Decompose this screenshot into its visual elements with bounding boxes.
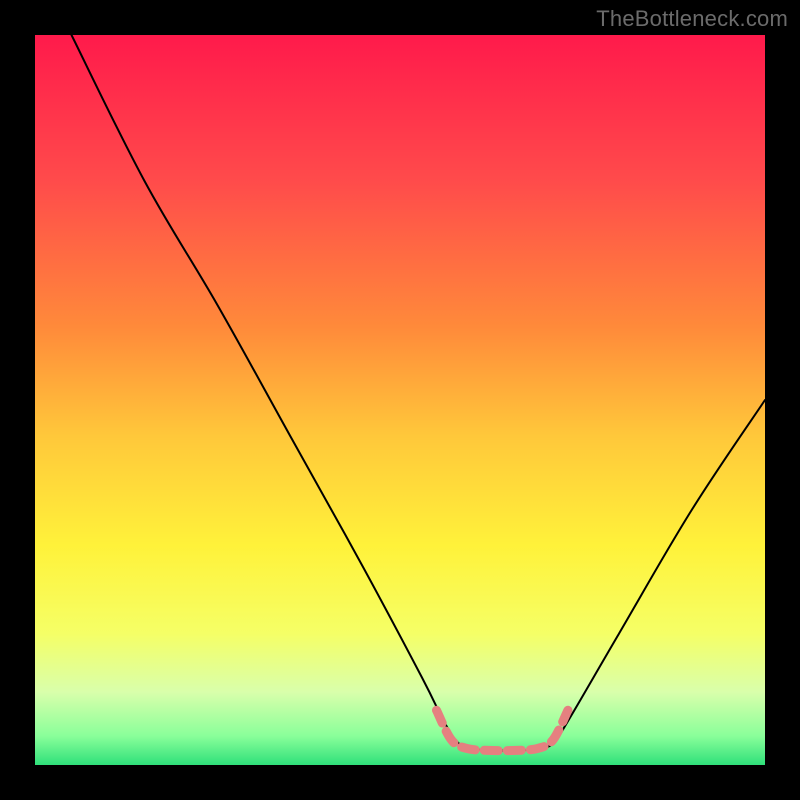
watermark-text: TheBottleneck.com [596, 6, 788, 32]
chart-frame: TheBottleneck.com [0, 0, 800, 800]
plot-area [35, 35, 765, 765]
gradient-background [35, 35, 765, 765]
plot-svg [35, 35, 765, 765]
